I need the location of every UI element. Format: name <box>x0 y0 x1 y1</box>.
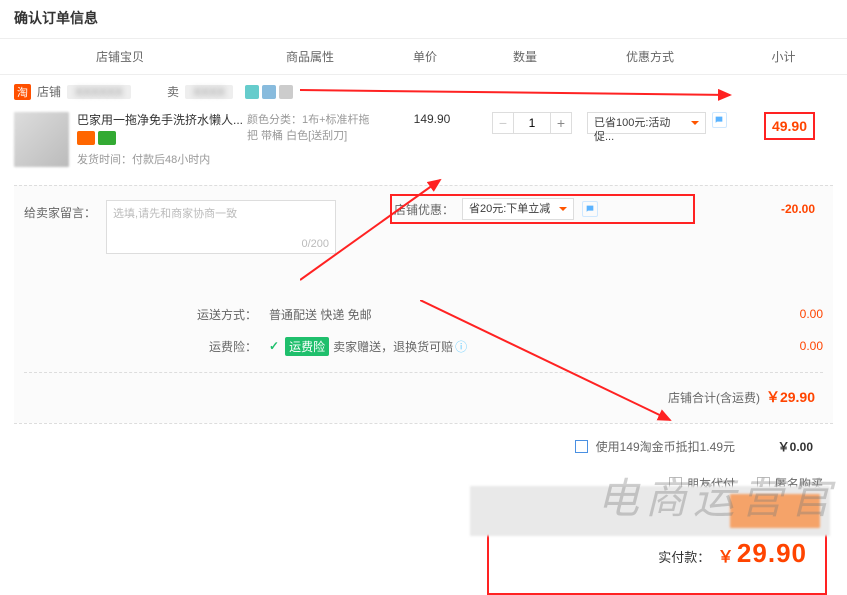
ship-time: 发货时间：付款后48小时内 <box>77 151 247 167</box>
insurance-badge: 运费险 <box>285 337 329 356</box>
help-icon[interactable]: ⓘ <box>455 338 467 355</box>
currency-symbol: ￥ <box>718 549 734 566</box>
order-detail-block: 给卖家留言： 选填,请先和商家协商一致 0/200 店铺优惠： 省20元:下单立… <box>14 185 833 423</box>
product-thumbnail[interactable] <box>14 112 69 167</box>
qty-decrease-button[interactable]: − <box>492 112 514 134</box>
column-headers: 店铺宝贝 商品属性 单价 数量 优惠方式 小计 <box>0 38 847 75</box>
check-icon: ✓ <box>269 339 279 353</box>
insurance-text: 卖家赠送，退换货可赔 <box>333 338 453 355</box>
product-tag-icon <box>98 131 116 145</box>
seller-badge-icon <box>245 85 259 99</box>
product-attributes: 颜色分类：1布+标准杆拖把 带桶 白色[送刮刀] <box>247 112 387 167</box>
shipping-label: 运送方式： <box>197 306 257 323</box>
qty-increase-button[interactable]: + <box>550 112 572 134</box>
col-header-qty: 数量 <box>470 39 580 74</box>
grand-total-label: 实付款： <box>658 550 710 565</box>
col-header-subtotal: 小计 <box>720 39 847 74</box>
shop-name-redacted: XXXXXX <box>67 85 131 99</box>
tao-badge-icon: 淘 <box>14 84 31 100</box>
store-promo-label: 店铺优惠： <box>394 201 454 218</box>
col-header-price: 单价 <box>380 39 470 74</box>
unit-price: 149.90 <box>387 112 477 167</box>
shipping-method: 普通配送 快递 免邮 <box>269 306 469 323</box>
coin-value: ￥0.00 <box>743 438 813 455</box>
shop-row: 淘 店铺 XXXXXX 卖 XXXX <box>0 75 847 108</box>
order-item-row: 巴家用一拖净免手洗挤水懒人... 发货时间：付款后48小时内 颜色分类：1布+标… <box>0 108 847 171</box>
chat-icon[interactable] <box>582 201 598 217</box>
highlight-box: 49.90 <box>764 112 815 140</box>
coin-checkbox[interactable] <box>575 440 588 453</box>
col-header-promo: 优惠方式 <box>580 39 720 74</box>
shop-label: 店铺 <box>37 83 61 100</box>
insurance-info: ✓ 运费险 卖家赠送，退换货可赔 ⓘ <box>269 337 469 356</box>
qty-input[interactable] <box>514 112 550 134</box>
item-subtotal: 49.90 <box>727 112 833 167</box>
message-label: 给卖家留言： <box>24 200 96 221</box>
store-promo-select[interactable]: 省20元:下单立减 <box>462 198 574 220</box>
message-placeholder: 选填,请先和商家协商一致 <box>113 208 237 220</box>
seller-badge-icon <box>279 85 293 99</box>
shipping-value: 0.00 <box>733 307 823 321</box>
seller-badge-icon <box>262 85 276 99</box>
coin-text: 使用149淘金币抵扣1.49元 <box>596 438 735 455</box>
seller-label: 卖 <box>167 83 179 100</box>
product-title[interactable]: 巴家用一拖净免手洗挤水懒人... <box>77 112 247 128</box>
message-counter: 0/200 <box>301 238 329 250</box>
page-title: 确认订单信息 <box>0 0 847 38</box>
grand-total-value: 29.90 <box>737 538 807 568</box>
submit-order-button[interactable] <box>730 494 820 528</box>
col-header-attr: 商品属性 <box>240 39 380 74</box>
message-textarea[interactable]: 选填,请先和商家协商一致 0/200 <box>106 200 336 254</box>
chat-icon[interactable] <box>712 112 727 128</box>
insurance-label: 运费险： <box>197 338 257 355</box>
shop-total-value: ￥29.90 <box>766 387 815 407</box>
store-promo-value: -20.00 <box>781 202 815 216</box>
coin-deduct-row: 使用149淘金币抵扣1.49元 ￥0.00 <box>14 423 833 465</box>
shop-total-label: 店铺合计(含运费) <box>668 389 760 406</box>
item-promo-select[interactable]: 已省100元:活动促... <box>587 112 706 134</box>
seller-badges <box>245 85 293 99</box>
product-tag-icon <box>77 131 95 145</box>
address-bar-redacted <box>470 486 830 536</box>
quantity-stepper[interactable]: − + <box>477 112 587 167</box>
col-header-item: 店铺宝贝 <box>0 39 240 74</box>
seller-name-redacted: XXXX <box>185 85 233 99</box>
insurance-value: 0.00 <box>733 339 823 353</box>
